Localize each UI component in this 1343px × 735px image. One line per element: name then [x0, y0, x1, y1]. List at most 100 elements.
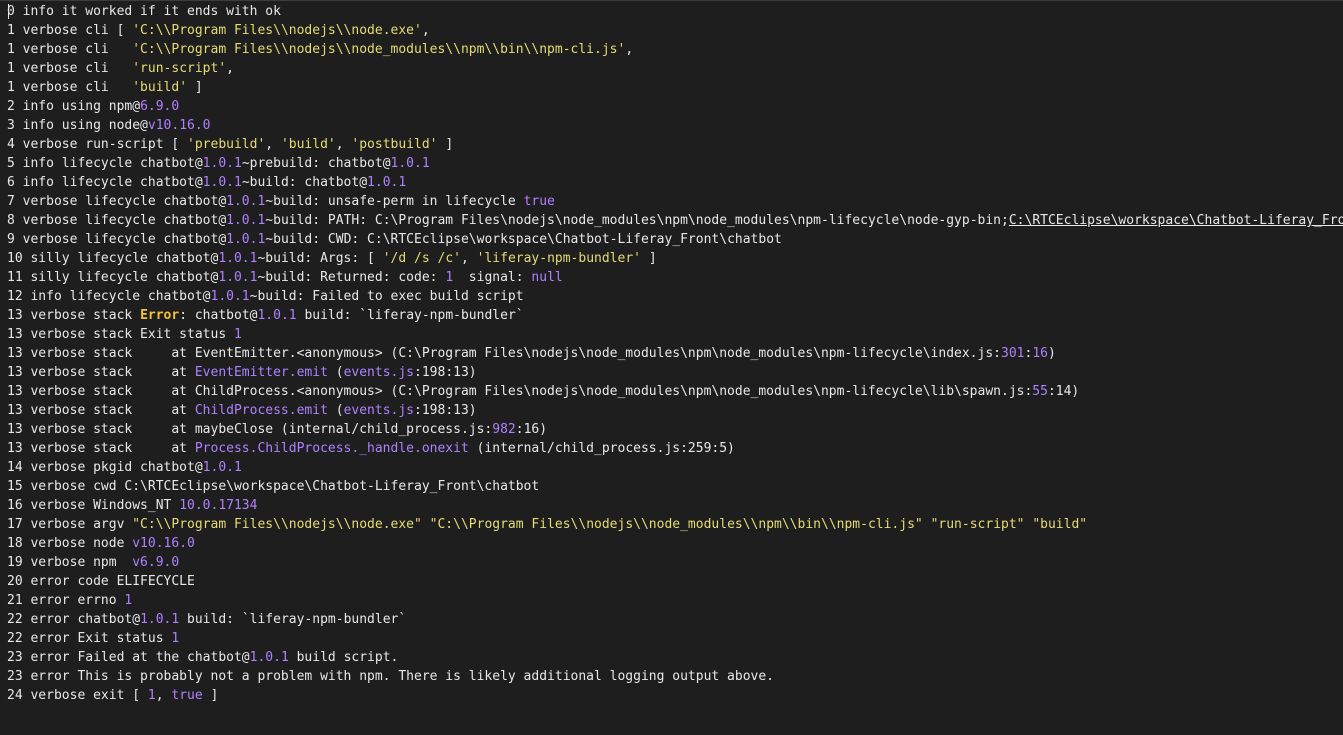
log-line: 1 verbose cli [ 'C:\\Program Files\\node…	[7, 21, 1343, 40]
log-line: 10 silly lifecycle chatbot@1.0.1~build: …	[7, 249, 1343, 268]
log-segment: 13 verbose stack at	[7, 365, 195, 380]
log-segment: v10.16.0	[132, 536, 195, 551]
log-segment: 1.0.1	[226, 194, 266, 209]
log-segment: 2 info using npm@	[7, 99, 141, 114]
log-segment: ]	[437, 137, 454, 152]
log-segment: : chatbot@	[179, 308, 258, 323]
log-segment: 6.9.0	[140, 99, 180, 114]
log-segment: ,	[226, 61, 234, 76]
log-line: 23 error This is probably not a problem …	[7, 667, 1343, 686]
log-segment: events.js	[343, 365, 415, 380]
log-segment: 55	[1032, 384, 1048, 399]
log-segment: 11 silly lifecycle chatbot@	[7, 270, 219, 285]
log-line: 18 verbose node v10.16.0	[7, 534, 1343, 553]
log-segment	[422, 517, 430, 532]
log-segment: true	[171, 688, 203, 703]
log-line: 20 error code ELIFECYCLE	[7, 572, 1343, 591]
log-segment: ~build: unsafe-perm in lifecycle	[265, 194, 524, 209]
log-segment: ChildProcess.emit	[194, 403, 328, 418]
log-segment: 4 verbose run-script [	[7, 137, 188, 152]
log-segment: 1.0.1	[218, 251, 258, 266]
log-segment: Process.ChildProcess._handle.onexit	[194, 441, 469, 456]
log-segment: 3 info using node@	[7, 118, 148, 133]
log-segment: 23 error This is probably not a problem …	[7, 669, 775, 684]
log-segment: 7 verbose lifecycle chatbot@	[7, 194, 227, 209]
log-segment: 'build'	[280, 137, 336, 152]
log-segment: (	[327, 403, 344, 418]
log-segment: 5 info lifecycle chatbot@	[7, 156, 203, 171]
log-segment: 23 error Failed at the chatbot@	[7, 650, 250, 665]
log-segment: "build"	[1032, 517, 1088, 532]
log-segment: true	[523, 194, 555, 209]
log-line: 16 verbose Windows_NT 10.0.17134	[7, 496, 1343, 515]
log-segment: 'prebuild'	[187, 137, 266, 152]
log-segment: 22 error Exit status	[7, 631, 172, 646]
log-segment: 21 error errno	[7, 593, 125, 608]
log-segment: ,	[421, 23, 430, 38]
log-segment: 1.0.1	[226, 232, 266, 247]
log-line: 7 verbose lifecycle chatbot@1.0.1~build:…	[7, 192, 1343, 211]
log-segment: 15 verbose cwd C:\RTCEclipse\workspace\C…	[7, 479, 540, 494]
log-text-area[interactable]: 0 info it worked if it ends with ok 1 ver…	[0, 0, 1343, 735]
log-segment: 1.0.1	[257, 308, 297, 323]
log-segment: "C:\\Program Files\\nodejs\\node.exe"	[132, 517, 422, 532]
log-line: 5 info lifecycle chatbot@1.0.1~prebuild:…	[7, 154, 1343, 173]
log-line: 9 verbose lifecycle chatbot@1.0.1~build:…	[7, 230, 1343, 249]
log-segment: 13 verbose stack at EventEmitter.<anonym…	[7, 346, 1001, 361]
log-line: 13 verbose stack at ChildProcess.emit (e…	[7, 401, 1343, 420]
log-segment: 1.0.1	[202, 156, 242, 171]
log-segment: 1 verbose cli	[7, 80, 133, 95]
log-segment: ,	[265, 137, 281, 152]
log-line: 0 info it worked if it ends with ok	[7, 2, 1343, 21]
log-segment: 1 verbose cli	[7, 61, 133, 76]
log-line: 17 verbose argv "C:\\Program Files\\node…	[7, 515, 1343, 534]
log-segment: ~build: chatbot@	[241, 175, 368, 190]
log-segment: 1	[171, 631, 180, 646]
log-line: 24 verbose exit [ 1, true ]	[7, 686, 1343, 705]
log-segment: 1	[124, 593, 133, 608]
path-link[interactable]: C:\RTCEclipse\workspace\Chatbot-Liferay_…	[1009, 213, 1343, 228]
log-segment: 982	[492, 422, 516, 437]
log-segment: 14 verbose pkgid chatbot@	[7, 460, 203, 475]
log-segment: ~prebuild: chatbot@	[241, 156, 391, 171]
log-segment: build: `liferay-npm-bundler`	[296, 308, 524, 323]
log-line: 13 verbose stack at EventEmitter.<anonym…	[7, 344, 1343, 363]
log-segment: 1.0.1	[390, 156, 430, 171]
log-line: 8 verbose lifecycle chatbot@1.0.1~build:…	[7, 211, 1343, 230]
log-segment: :198:13)	[414, 403, 477, 418]
log-segment: ]	[202, 688, 219, 703]
log-segment: "C:\\Program Files\\nodejs\\node_modules…	[429, 517, 923, 532]
log-segment: 13 verbose stack at	[7, 441, 195, 456]
log-line: 1 verbose cli 'C:\\Program Files\\nodejs…	[7, 40, 1343, 59]
log-line: 1 verbose cli 'run-script',	[7, 59, 1343, 78]
log-segment: 'run-script'	[132, 61, 227, 76]
log-segment: signal:	[453, 270, 532, 285]
log-segment: 1	[233, 327, 242, 342]
log-line: 15 verbose cwd C:\RTCEclipse\workspace\C…	[7, 477, 1343, 496]
log-segment: 'C:\\Program Files\\nodejs\\node.exe'	[132, 23, 422, 38]
log-line: 4 verbose run-script [ 'prebuild', 'buil…	[7, 135, 1343, 154]
log-segment: ~build: Args: [	[257, 251, 383, 266]
log-segment: 10 silly lifecycle chatbot@	[7, 251, 219, 266]
log-segment: 18 verbose node	[7, 536, 133, 551]
log-line: 21 error errno 1	[7, 591, 1343, 610]
log-line: 13 verbose stack at ChildProcess.<anonym…	[7, 382, 1343, 401]
log-line: 11 silly lifecycle chatbot@1.0.1~build: …	[7, 268, 1343, 287]
log-segment: ~build: PATH: C:\Program Files\nodejs\no…	[265, 213, 1009, 228]
log-segment: 8 verbose lifecycle chatbot@	[7, 213, 227, 228]
log-segment: :14)	[1047, 384, 1080, 399]
log-segment: build: `liferay-npm-bundler`	[179, 612, 407, 627]
log-segment: ~build: Returned: code:	[257, 270, 446, 285]
log-segment: 16	[1032, 346, 1048, 361]
log-segment: 1 verbose cli [	[7, 23, 133, 38]
log-segment: ~build: CWD: C:\RTCEclipse\workspace\Cha…	[265, 232, 782, 247]
log-segment: 10.0.17134	[179, 498, 258, 513]
log-line: 3 info using node@v10.16.0	[7, 116, 1343, 135]
log-segment: 1.0.1	[226, 213, 266, 228]
log-segment: 19 verbose npm	[7, 555, 133, 570]
log-line: 12 info lifecycle chatbot@1.0.1~build: F…	[7, 287, 1343, 306]
log-segment: ~build: Failed to exec build script	[249, 289, 524, 304]
log-line: 6 info lifecycle chatbot@1.0.1~build: ch…	[7, 173, 1343, 192]
log-segment: ]	[641, 251, 657, 266]
log-segment: 17 verbose argv	[7, 517, 133, 532]
